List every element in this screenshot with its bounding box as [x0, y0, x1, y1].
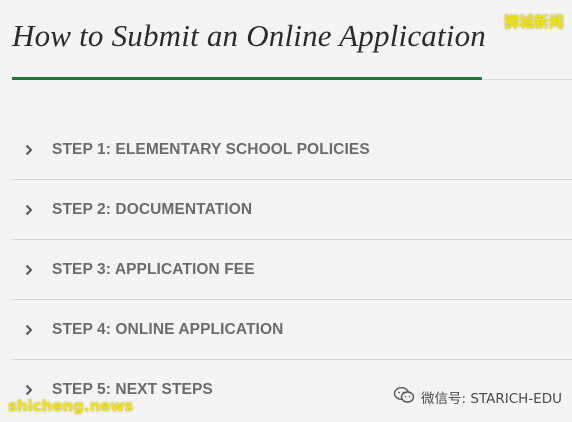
chevron-right-icon	[24, 144, 34, 156]
step-3-label: STEP 3: APPLICATION FEE	[52, 260, 255, 278]
step-4-label: STEP 4: ONLINE APPLICATION	[52, 320, 284, 338]
page-title: How to Submit an Online Application	[12, 18, 486, 53]
step-2-toggle[interactable]: STEP 2: DOCUMENTATION	[12, 180, 572, 240]
step-1-label: STEP 1: ELEMENTARY SCHOOL POLICIES	[52, 140, 370, 158]
step-5-label: STEP 5: NEXT STEPS	[52, 380, 213, 398]
chevron-right-icon	[24, 384, 34, 396]
title-accent-underline	[12, 77, 482, 80]
watermark-bottom-left: shicheng.news	[8, 397, 134, 415]
step-4-toggle[interactable]: STEP 4: ONLINE APPLICATION	[12, 300, 572, 360]
wechat-icon	[393, 386, 415, 408]
chevron-right-icon	[24, 264, 34, 276]
steps-accordion: STEP 1: ELEMENTARY SCHOOL POLICIES STEP …	[12, 120, 572, 419]
step-1-toggle[interactable]: STEP 1: ELEMENTARY SCHOOL POLICIES	[12, 120, 572, 180]
wechat-id-text: 微信号: STARICH-EDU	[421, 391, 562, 407]
chevron-right-icon	[24, 204, 34, 216]
chevron-right-icon	[24, 324, 34, 336]
step-2-label: STEP 2: DOCUMENTATION	[52, 200, 253, 218]
watermark-bottom-right: 微信号: STARICH-EDU	[393, 386, 562, 408]
step-3-toggle[interactable]: STEP 3: APPLICATION FEE	[12, 240, 572, 300]
watermark-top-right: 狮城新闻	[503, 13, 564, 31]
